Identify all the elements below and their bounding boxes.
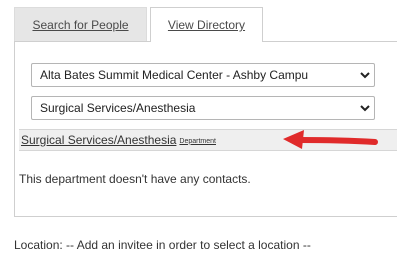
- tab-view-directory[interactable]: View Directory: [150, 7, 263, 42]
- chevron-down-icon: [356, 71, 374, 79]
- department-type-link[interactable]: Department: [179, 138, 216, 145]
- tab-search-for-people[interactable]: Search for People: [14, 7, 147, 41]
- directory-widget: Search for People View Directory Alta Ba…: [0, 0, 397, 262]
- location-text: Location: -- Add an invitee in order to …: [14, 238, 311, 252]
- empty-contacts-message: This department doesn't have any contact…: [19, 172, 251, 186]
- facility-select[interactable]: Alta Bates Summit Medical Center - Ashby…: [31, 63, 375, 87]
- red-arrow-icon: [283, 130, 378, 149]
- department-result-link[interactable]: Surgical Services/Anesthesia: [21, 133, 176, 147]
- directory-panel: Alta Bates Summit Medical Center - Ashby…: [14, 41, 397, 217]
- tab-strip: Search for People View Directory: [14, 7, 263, 42]
- facility-select-value: Alta Bates Summit Medical Center - Ashby…: [40, 68, 309, 82]
- chevron-down-icon: [356, 104, 374, 112]
- department-select-value: Surgical Services/Anesthesia: [40, 101, 196, 115]
- department-select[interactable]: Surgical Services/Anesthesia: [31, 96, 375, 120]
